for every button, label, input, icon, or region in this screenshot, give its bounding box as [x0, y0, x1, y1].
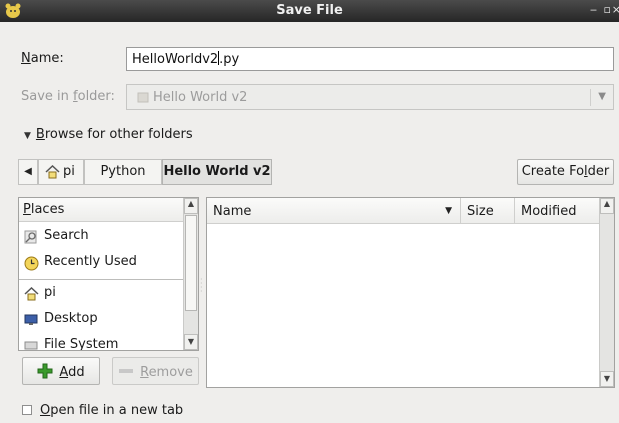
chevron-down-icon: ▼ — [598, 91, 606, 102]
minimize-button[interactable]: ‒ — [590, 3, 597, 16]
breadcrumb-hello-world-v2[interactable]: Hello World v2 — [162, 159, 272, 185]
files-scrollbar[interactable]: ▲ ▼ — [599, 198, 614, 387]
place-item-search[interactable]: Search — [19, 225, 183, 251]
home-icon — [45, 164, 60, 183]
save-in-folder-label: Save in folder: — [21, 89, 115, 104]
places-list: Places Search Recently Used pi Desktop F… — [18, 197, 199, 351]
close-button[interactable]: × — [612, 3, 619, 16]
open-in-new-tab-checkbox[interactable]: Open file in a new tab — [22, 403, 183, 418]
scroll-down-arrow[interactable]: ▼ — [600, 371, 614, 387]
browse-other-folders-expander[interactable]: ▼ Browse for other folders — [24, 127, 193, 142]
place-item-pi[interactable]: pi — [19, 282, 183, 308]
breadcrumb-python[interactable]: Python — [84, 159, 162, 185]
places-divider — [19, 279, 183, 280]
folder-icon — [137, 91, 149, 107]
drive-icon — [24, 339, 38, 350]
window-title: Save File — [276, 3, 343, 18]
home-icon — [24, 286, 39, 305]
add-bookmark-button[interactable]: Add — [22, 357, 100, 385]
column-header-name[interactable]: Name ▼ — [207, 198, 461, 224]
place-item-recently-used[interactable]: Recently Used — [19, 251, 183, 277]
pane-resize-handle[interactable]: · · · · — [200, 276, 205, 298]
file-list: Name ▼ Size Modified ▲ ▼ — [206, 197, 615, 388]
desktop-icon — [24, 313, 38, 330]
filename-input[interactable]: HelloWorldv2.py — [126, 47, 614, 71]
save-in-folder-combo[interactable]: Hello World v2 ▼ — [126, 84, 614, 110]
checkbox-box[interactable] — [22, 405, 32, 415]
name-label: Name: — [21, 51, 64, 66]
remove-bookmark-button[interactable]: Remove — [112, 357, 199, 385]
sort-down-icon: ▼ — [445, 206, 452, 216]
place-item-file-system[interactable]: File System — [19, 334, 183, 350]
scroll-up-arrow[interactable]: ▲ — [184, 198, 198, 214]
scroll-thumb[interactable] — [185, 215, 197, 311]
scroll-down-arrow[interactable]: ▼ — [184, 334, 198, 350]
create-folder-button[interactable]: Create Folder — [517, 159, 614, 185]
plus-icon — [37, 363, 53, 383]
clock-icon — [24, 256, 39, 275]
place-item-desktop[interactable]: Desktop — [19, 308, 183, 334]
places-scrollbar[interactable]: ▲ ▼ — [183, 198, 198, 350]
places-header[interactable]: Places — [19, 198, 183, 222]
maximize-button[interactable]: ▫ — [604, 3, 611, 16]
scroll-up-arrow[interactable]: ▲ — [600, 198, 614, 214]
column-header-size[interactable]: Size — [461, 198, 515, 224]
column-header-modified[interactable]: Modified — [515, 198, 601, 224]
title-bar: Save File ‒ ▫ × — [0, 0, 619, 22]
path-back-button[interactable]: ◀ — [18, 159, 38, 185]
minus-icon — [118, 363, 134, 383]
triangle-down-icon: ▼ — [24, 131, 31, 141]
search-icon — [24, 230, 38, 248]
breadcrumb-pi[interactable]: pi — [38, 159, 84, 185]
